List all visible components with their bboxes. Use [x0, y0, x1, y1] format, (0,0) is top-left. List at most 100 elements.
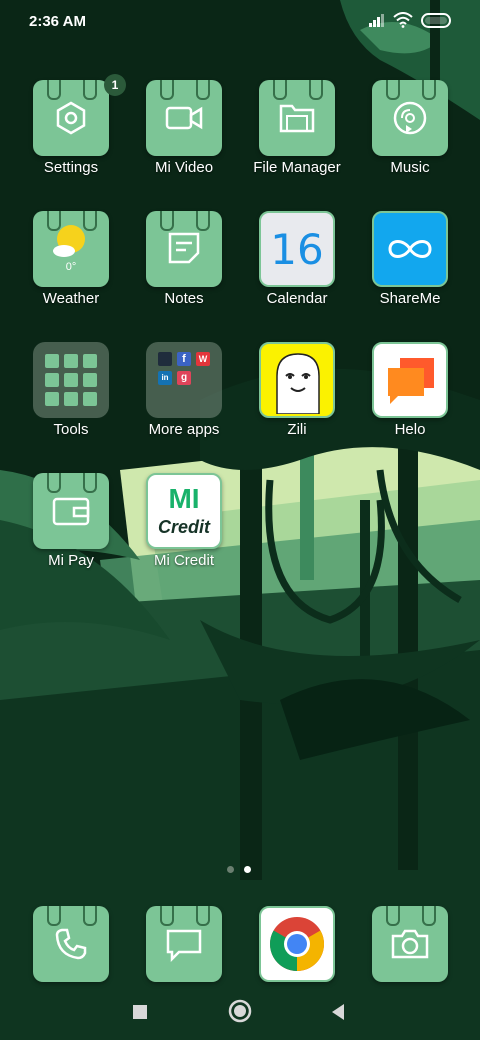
music-disc-icon	[393, 101, 427, 135]
zili-ghost-icon	[276, 353, 320, 414]
infinity-icon	[388, 240, 432, 258]
app-mi-credit[interactable]: MI Credit Mi Credit	[128, 473, 240, 583]
back-button[interactable]	[330, 1003, 346, 1021]
tools-folder-preview-icon	[45, 354, 97, 406]
mi-pay-tile	[33, 473, 109, 549]
app-tools-folder[interactable]: Tools	[15, 342, 127, 452]
video-camera-icon	[165, 106, 203, 130]
weather-tile: 0°	[33, 211, 109, 287]
camera-tile	[372, 906, 448, 982]
app-label: Helo	[394, 421, 426, 438]
app-label: Mi Credit	[153, 552, 214, 569]
page-dot[interactable]	[227, 866, 234, 873]
app-music[interactable]: Music	[354, 80, 466, 190]
app-mi-video[interactable]: Mi Video	[128, 80, 240, 190]
file-manager-tile	[259, 80, 335, 156]
mi-credit-tile: MI Credit	[146, 473, 222, 549]
tile-hook	[422, 906, 436, 926]
app-label: Settings	[43, 159, 99, 176]
calendar-date: 16	[270, 225, 324, 274]
wifi-icon	[393, 12, 413, 28]
tile-hook	[47, 473, 61, 493]
helo-chat-icon	[388, 358, 434, 404]
app-label: More apps	[148, 421, 220, 438]
tile-hook	[160, 906, 174, 926]
app-shareme[interactable]: ShareMe	[354, 211, 466, 321]
sun-cloud-icon	[53, 225, 85, 257]
app-label: Mi Video	[154, 159, 214, 176]
tile-hook	[309, 80, 323, 100]
navigation-bar	[0, 990, 480, 1040]
chrome-tile	[259, 906, 335, 982]
app-weather[interactable]: 0° Weather	[15, 211, 127, 321]
tile-hook	[47, 906, 61, 926]
message-icon	[166, 929, 202, 962]
tools-folder-tile	[33, 342, 109, 418]
app-helo[interactable]: Helo	[354, 342, 466, 452]
camera-icon	[391, 929, 429, 959]
app-label: File Manager	[253, 159, 341, 176]
mi-credit-logo-mi: MI	[168, 483, 200, 514]
status-bar: 2:36 AM	[0, 0, 480, 44]
gear-icon	[56, 101, 86, 135]
home-button[interactable]	[228, 999, 252, 1023]
calendar-tile: 16	[259, 211, 335, 287]
app-label: Zili	[287, 421, 307, 438]
status-time: 2:36 AM	[29, 13, 86, 30]
tile-hook	[47, 80, 61, 100]
tile-hook	[83, 80, 97, 100]
app-label: Notes	[164, 290, 204, 307]
facebook-mini-icon: f	[177, 352, 191, 366]
app-notes[interactable]: Notes	[128, 211, 240, 321]
phone-icon	[55, 928, 87, 960]
helo-tile	[372, 342, 448, 418]
folder-icon	[279, 104, 315, 133]
recents-button[interactable]	[132, 1004, 148, 1020]
tile-hook	[422, 80, 436, 100]
signal-icon	[369, 14, 384, 27]
app-more-apps-folder[interactable]: f W in g More apps	[128, 342, 240, 452]
tile-hook	[160, 80, 174, 100]
more-apps-folder-tile: f W in g	[146, 342, 222, 418]
tile-hook	[386, 906, 400, 926]
app-label: Mi Pay	[48, 552, 94, 569]
tile-hook	[196, 906, 210, 926]
tile-hook	[196, 211, 210, 231]
shareme-tile	[372, 211, 448, 287]
app-calendar[interactable]: 16 Calendar	[241, 211, 353, 321]
app-settings[interactable]: 1 Settings	[15, 74, 127, 190]
linkedin-mini-icon: in	[158, 371, 172, 385]
note-icon	[168, 232, 200, 264]
tile-hook	[196, 80, 210, 100]
status-icons	[369, 12, 451, 28]
zili-tile	[259, 342, 335, 418]
tile-hook	[83, 906, 97, 926]
amazon-mini-icon	[158, 352, 172, 366]
wallet-icon	[52, 497, 90, 526]
app-zili[interactable]: Zili	[241, 342, 353, 452]
app-label: Calendar	[266, 290, 328, 307]
tile-hook	[83, 473, 97, 493]
app-mi-pay[interactable]: Mi Pay	[15, 473, 127, 583]
app-file-manager[interactable]: File Manager	[241, 80, 353, 190]
mi-video-tile	[146, 80, 222, 156]
messages-tile	[146, 906, 222, 982]
app-label: Weather	[42, 290, 100, 307]
battery-icon	[421, 12, 451, 28]
tile-hook	[160, 211, 174, 231]
tile-hook	[386, 80, 400, 100]
app-label: Music	[390, 159, 430, 176]
page-indicator[interactable]	[227, 866, 251, 873]
app-label: Tools	[53, 421, 89, 438]
wps-mini-icon: W	[196, 352, 210, 366]
weather-temperature: 0°	[65, 261, 77, 273]
chrome-icon	[269, 917, 325, 971]
settings-tile	[33, 80, 109, 156]
notification-badge: 1	[104, 74, 126, 96]
tile-hook	[273, 80, 287, 100]
music-tile	[372, 80, 448, 156]
gaana-mini-icon: g	[177, 371, 191, 385]
notes-tile	[146, 211, 222, 287]
page-dot-active[interactable]	[244, 866, 251, 873]
phone-tile	[33, 906, 109, 982]
